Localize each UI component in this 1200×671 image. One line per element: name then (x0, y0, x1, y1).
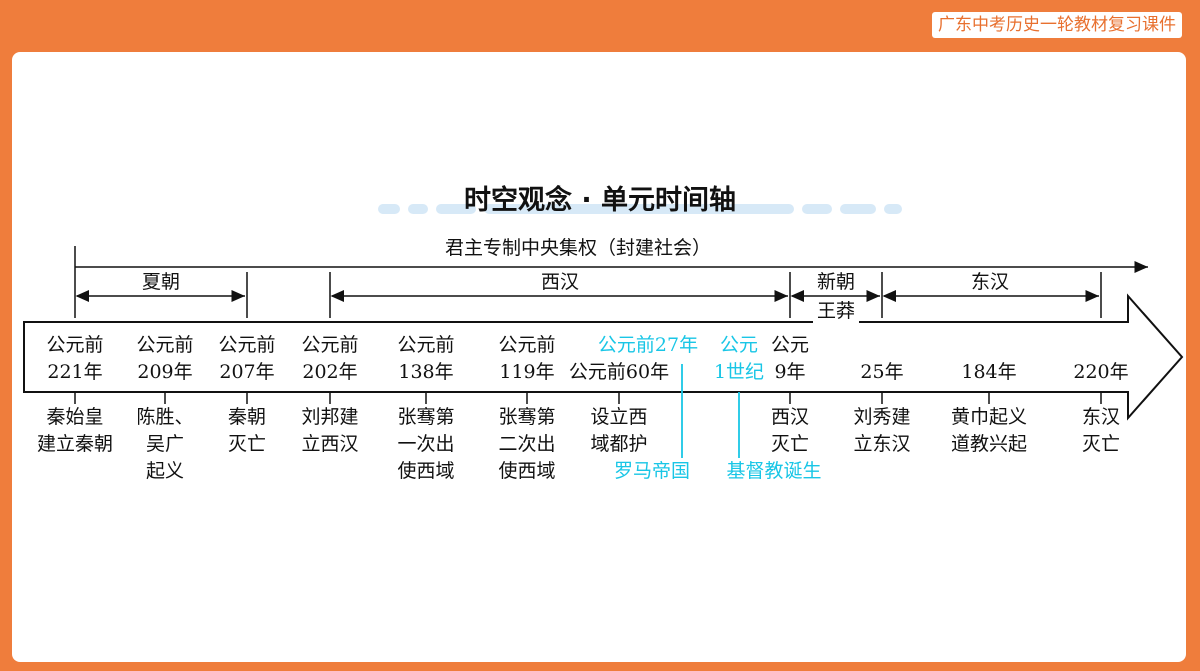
date-221bc: 公元前 221年 (46, 334, 104, 383)
date-1st-century: 公元 1世纪 (713, 334, 765, 383)
event-western-regions: 设立西 域都护 (590, 406, 648, 455)
date-184ad: 184年 (961, 361, 1017, 383)
event-roman-empire: 罗马帝国 (613, 460, 691, 482)
date-209bc: 公元前 209年 (136, 334, 194, 383)
event-yellow-turban: 黄巾起义 道教兴起 (950, 406, 1028, 455)
event-chensheng-uprising: 陈胜、 吴广 起义 (136, 406, 194, 482)
event-xihan-fall: 西汉 灭亡 (770, 406, 810, 455)
period-xihan: 西汉 (534, 270, 586, 294)
date-207bc: 公元前 207年 (218, 334, 276, 383)
event-zhangqian-second: 张骞第 二次出 使西域 (498, 406, 556, 482)
event-xihan-founded: 刘邦建 立西汉 (301, 406, 359, 455)
page-title: 时空观念 · 单元时间轴 (463, 185, 737, 216)
date-220ad: 220年 (1073, 361, 1129, 383)
date-60bc: 公元前60年 (568, 361, 670, 383)
date-27bc: 公元前27年 (597, 334, 699, 356)
span-label: 君主专制中央集权（封建社会） (438, 236, 718, 260)
period-xia: 夏朝 (135, 270, 187, 294)
date-138bc: 公元前 138年 (397, 334, 455, 383)
date-9ad: 公元 9年 (770, 334, 810, 383)
event-zhangqian-first: 张骞第 一次出 使西域 (397, 406, 455, 482)
date-202bc: 公元前 202年 (301, 334, 359, 383)
event-qin-fall: 秦朝 灭亡 (227, 406, 267, 455)
date-119bc: 公元前 119年 (498, 334, 556, 383)
event-donghan-fall: 东汉 灭亡 (1081, 406, 1121, 455)
event-donghan-founded: 刘秀建 立东汉 (853, 406, 911, 455)
event-qin-founded: 秦始皇 建立秦朝 (36, 406, 114, 455)
date-25ad: 25年 (860, 361, 904, 383)
period-xinchao: 新朝 (810, 270, 862, 294)
period-donghan: 东汉 (964, 270, 1016, 294)
period-wangmang: 王莽 (812, 299, 860, 323)
event-christianity: 基督教诞生 (726, 460, 822, 482)
